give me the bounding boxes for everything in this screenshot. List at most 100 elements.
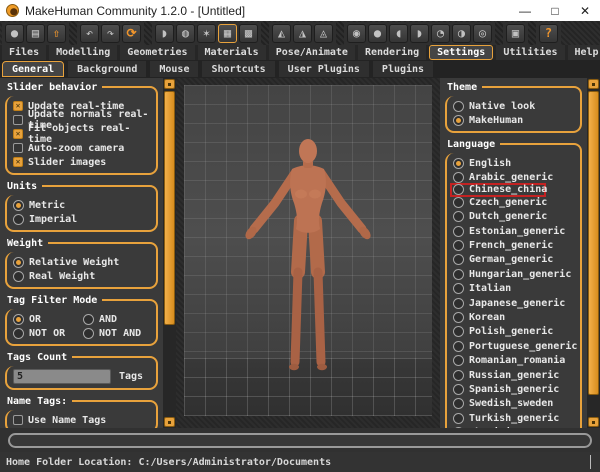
radio-row-french-generic[interactable]: French_generic bbox=[453, 238, 577, 252]
tab-modelling[interactable]: Modelling bbox=[49, 45, 117, 60]
radio-label: Czech_generic bbox=[469, 197, 547, 208]
subtab-mouse[interactable]: Mouse bbox=[150, 61, 198, 77]
radio-row-swedish-sweden[interactable]: Swedish_sweden bbox=[453, 397, 577, 411]
radio-label: Japanese_generic bbox=[469, 298, 565, 309]
right-panel-scrollbar[interactable] bbox=[587, 78, 600, 428]
left-view-icon[interactable]: ◖ bbox=[389, 24, 408, 43]
tab-utilities[interactable]: Utilities bbox=[496, 45, 564, 60]
radio-label: Imperial bbox=[29, 214, 77, 225]
undo-icon[interactable]: ↶ bbox=[80, 24, 99, 43]
radio-row-makehuman[interactable]: MakeHuman bbox=[453, 113, 577, 127]
3d-viewport[interactable] bbox=[184, 85, 432, 416]
radio-row-korean[interactable]: Korean bbox=[453, 310, 577, 324]
human-model[interactable] bbox=[218, 137, 398, 379]
redo-icon[interactable]: ↷ bbox=[101, 24, 120, 43]
radio-row-estonian-generic[interactable]: Estonian_generic bbox=[453, 224, 577, 238]
group-language: Language English Arabic_generic Chinese_… bbox=[445, 139, 582, 428]
radio-row-imperial[interactable]: Imperial bbox=[13, 212, 153, 226]
radio-row-real-weight[interactable]: Real Weight bbox=[13, 269, 153, 283]
radio-row-metric[interactable]: Metric bbox=[13, 198, 153, 212]
symmetry-left-icon[interactable]: ◮ bbox=[293, 24, 312, 43]
new-human-icon[interactable]: ● bbox=[5, 24, 24, 43]
tags-count-input[interactable]: 5 bbox=[13, 369, 111, 384]
maximize-button[interactable]: □ bbox=[540, 0, 570, 21]
radio-label: Romanian_romania bbox=[469, 355, 565, 366]
left-panel-scrollbar[interactable] bbox=[163, 78, 176, 428]
radio-row-romanian-romania[interactable]: Romanian_romania bbox=[453, 353, 577, 367]
grab-screenshot-icon[interactable]: ▣ bbox=[506, 24, 525, 43]
right-view-icon[interactable]: ◗ bbox=[410, 24, 429, 43]
checkbox-row-fit-objects-real-time[interactable]: ✕ Fit objects real-time bbox=[13, 127, 153, 141]
main-tabbar: Files Modelling Geometries Materials Pos… bbox=[0, 45, 600, 60]
tab-settings[interactable]: Settings bbox=[429, 45, 493, 60]
scrollbar-thumb[interactable] bbox=[588, 91, 599, 395]
scroll-down-button[interactable] bbox=[164, 417, 175, 427]
radio-label: Native look bbox=[469, 101, 535, 112]
close-button[interactable]: ✕ bbox=[570, 0, 600, 21]
tab-rendering[interactable]: Rendering bbox=[358, 45, 426, 60]
tab-pose-animate[interactable]: Pose/Animate bbox=[269, 45, 355, 60]
tool-glyph: ◎ bbox=[479, 27, 486, 39]
load-file-icon[interactable]: ⇧ bbox=[47, 24, 66, 43]
radio-row-german-generic[interactable]: German_generic bbox=[453, 253, 577, 267]
scroll-up-button[interactable] bbox=[164, 79, 175, 89]
tab-files[interactable]: Files bbox=[2, 45, 46, 60]
radio-icon bbox=[453, 384, 464, 395]
grid-icon[interactable]: ▦ bbox=[218, 24, 237, 43]
global-camera-icon[interactable]: ◎ bbox=[473, 24, 492, 43]
top-view-icon[interactable]: ◔ bbox=[431, 24, 450, 43]
radio-row-arabic-generic[interactable]: Arabic_generic bbox=[453, 170, 577, 184]
checkbox-row-use-name-tags[interactable]: ✕ Use Name Tags bbox=[13, 413, 153, 427]
front-view-icon[interactable]: ◉ bbox=[347, 24, 366, 43]
reset-mesh-icon[interactable]: ⟳ bbox=[122, 24, 141, 43]
radio-row-native-look[interactable]: Native look bbox=[453, 99, 577, 113]
radio-row-russian-generic[interactable]: Russian_generic bbox=[453, 368, 577, 382]
checkbox-row-slider-images[interactable]: ✕ Slider images bbox=[13, 155, 153, 169]
minimize-button[interactable]: — bbox=[510, 0, 540, 21]
tab-help[interactable]: Help bbox=[568, 45, 600, 60]
radio-row-polish-generic[interactable]: Polish_generic bbox=[453, 325, 577, 339]
group-title: Tags Count bbox=[5, 352, 158, 366]
radio-row-czech-generic[interactable]: Czech_generic bbox=[453, 195, 577, 209]
skeleton-icon[interactable]: ✶ bbox=[197, 24, 216, 43]
tool-glyph: ⟳ bbox=[126, 27, 136, 39]
scroll-down-button[interactable] bbox=[588, 417, 599, 427]
scrollbar-thumb[interactable] bbox=[164, 91, 175, 325]
tab-materials[interactable]: Materials bbox=[198, 45, 266, 60]
scroll-up-button[interactable] bbox=[588, 79, 599, 89]
symmetry-right-icon[interactable]: ◭ bbox=[272, 24, 291, 43]
radio-row-dutch-generic[interactable]: Dutch_generic bbox=[453, 210, 577, 224]
radio-row-turkish-generic[interactable]: Turkish_generic bbox=[453, 411, 577, 425]
tool-glyph: ▤ bbox=[32, 27, 39, 39]
symmetry-icon[interactable]: ◬ bbox=[314, 24, 333, 43]
radio-row-not-and[interactable]: NOT AND bbox=[83, 326, 153, 340]
back-view-icon[interactable]: ● bbox=[368, 24, 387, 43]
tab-label: Utilities bbox=[503, 47, 557, 58]
group-title: Weight bbox=[5, 238, 158, 252]
radio-row-english[interactable]: English bbox=[453, 156, 577, 170]
radio-row-and[interactable]: AND bbox=[83, 312, 153, 326]
tool-glyph: ▦ bbox=[224, 27, 231, 39]
smooth-shading-icon[interactable]: ◗ bbox=[155, 24, 174, 43]
radio-row-not-or[interactable]: NOT OR bbox=[13, 326, 83, 340]
radio-row-japanese-generic[interactable]: Japanese_generic bbox=[453, 296, 577, 310]
wireframe-icon[interactable]: ◍ bbox=[176, 24, 195, 43]
radio-row-relative-weight[interactable]: Relative Weight bbox=[13, 255, 153, 269]
help-icon[interactable]: ? bbox=[539, 24, 558, 43]
toolbar-group-camera: ▣ bbox=[503, 22, 528, 45]
subtab-user-plugins[interactable]: User Plugins bbox=[279, 61, 369, 77]
subtab-plugins[interactable]: Plugins bbox=[373, 61, 433, 77]
radio-row-spanish-generic[interactable]: Spanish_generic bbox=[453, 382, 577, 396]
background-icon[interactable]: ▩ bbox=[239, 24, 258, 43]
viewport-area bbox=[176, 78, 440, 428]
radio-row-or[interactable]: OR bbox=[13, 312, 83, 326]
subtab-general[interactable]: General bbox=[2, 61, 64, 77]
subtab-shortcuts[interactable]: Shortcuts bbox=[202, 61, 274, 77]
tab-geometries[interactable]: Geometries bbox=[120, 45, 194, 60]
subtab-background[interactable]: Background bbox=[68, 61, 146, 77]
save-file-icon[interactable]: ▤ bbox=[26, 24, 45, 43]
radio-row-portuguese-generic[interactable]: Portuguese_generic bbox=[453, 339, 577, 353]
radio-row-italian[interactable]: Italian bbox=[453, 282, 577, 296]
radio-row-hungarian-generic[interactable]: Hungarian_generic bbox=[453, 267, 577, 281]
split-view-icon[interactable]: ◑ bbox=[452, 24, 471, 43]
